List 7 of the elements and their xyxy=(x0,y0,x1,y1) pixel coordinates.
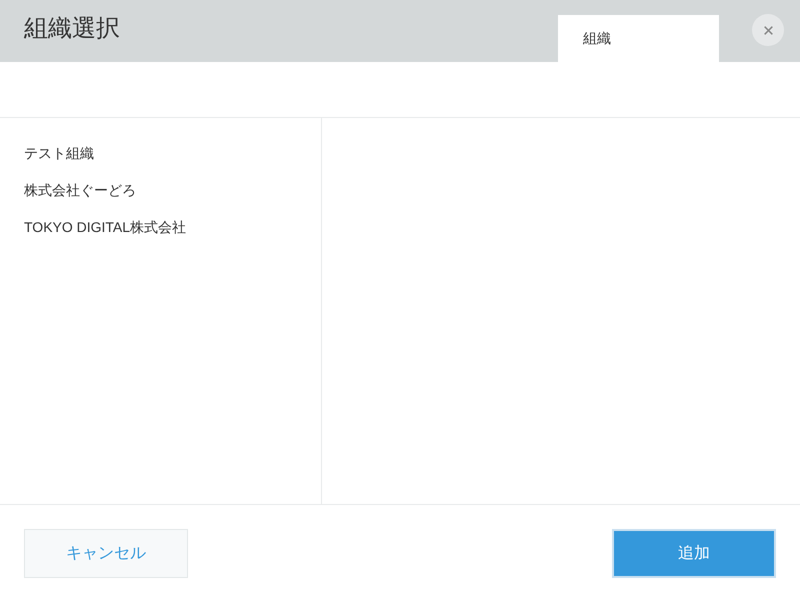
organization-item[interactable]: テスト組織 xyxy=(0,135,321,172)
close-button[interactable] xyxy=(752,14,784,46)
tab[interactable]: 組織 xyxy=(558,15,719,62)
organization-item[interactable]: 株式会社ぐーどろ xyxy=(0,172,321,209)
close-icon xyxy=(764,26,772,34)
dialog-title: 組織選択 xyxy=(23,14,121,44)
organization-item[interactable]: TOKYO DIGITAL株式会社 xyxy=(0,209,321,246)
